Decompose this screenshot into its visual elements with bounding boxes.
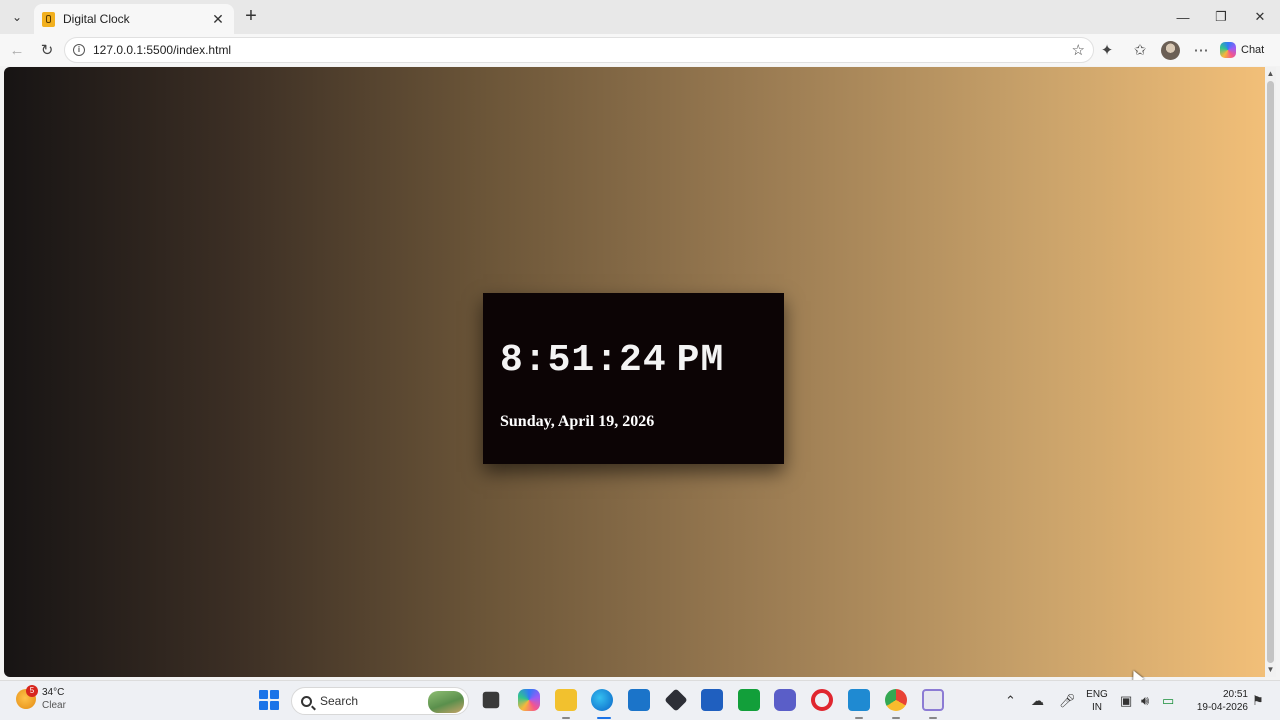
site-info-icon[interactable]: i	[73, 44, 85, 56]
opera-icon[interactable]	[811, 689, 833, 711]
network-icon[interactable]: ▣	[1120, 693, 1132, 709]
task-view-icon[interactable]	[482, 691, 500, 709]
copilot-chat-button[interactable]: Chat	[1220, 39, 1264, 61]
snipping-tool-icon[interactable]	[922, 689, 944, 711]
new-tab-button[interactable]: +	[240, 6, 262, 28]
clock-card: 8:51:24 PM Sunday, April 19, 2026	[483, 293, 784, 464]
reload-icon[interactable]: ↻	[36, 39, 58, 61]
extensions-puzzle-icon[interactable]: ✦	[1096, 39, 1118, 61]
chrome-running-indicator	[892, 717, 900, 719]
minimize-icon[interactable]: —	[1164, 0, 1202, 34]
onedrive-cloud-icon[interactable]: ☁	[1031, 693, 1044, 709]
browser-toolbar: ← ↻ i 127.0.0.1:5500/index.html ☆ ✦ ✩ ⋯	[0, 34, 1280, 66]
system-clock[interactable]: 20:51 19-04-2026	[1186, 688, 1248, 714]
clock-time-value: 8:51:24	[500, 339, 667, 382]
profile-avatar[interactable]	[1161, 41, 1180, 60]
window-close-icon[interactable]: ✕	[1241, 0, 1279, 34]
tab-favicon-icon	[42, 11, 55, 27]
back-arrow-icon[interactable]: ←	[6, 39, 28, 61]
scroll-down-arrow-icon[interactable]: ▼	[1266, 665, 1275, 674]
taskbar: 5 34°C Clear Search ⌃ ☁ 🎤︎ ENG IN ▣ 🔊︎ ▭…	[0, 680, 1280, 720]
explorer-running-indicator	[562, 717, 570, 719]
search-icon	[301, 695, 312, 707]
scroll-thumb[interactable]	[1267, 81, 1274, 663]
edge-active-indicator	[597, 717, 611, 719]
weather-sun-icon: 5	[16, 685, 38, 709]
scroll-up-arrow-icon[interactable]: ▲	[1266, 69, 1275, 78]
clock-time-display: 8:51:24 PM	[500, 339, 724, 382]
address-bar[interactable]: i 127.0.0.1:5500/index.html ☆	[64, 37, 1094, 63]
clock-date-display: Sunday, April 19, 2026	[500, 413, 655, 430]
favorites-icon[interactable]: ✩	[1129, 39, 1151, 61]
weather-widget[interactable]: 5 34°C Clear	[16, 685, 66, 712]
taskbar-search[interactable]: Search	[291, 687, 469, 715]
tab-title: Digital Clock	[63, 12, 130, 26]
remote-app-icon[interactable]	[701, 689, 723, 711]
volume-icon[interactable]: 🔊︎	[1141, 693, 1149, 709]
weather-desc: Clear	[42, 700, 66, 711]
favorite-star-icon[interactable]: ☆	[1072, 41, 1085, 59]
tray-overflow-chevron-up-icon[interactable]: ⌃	[1005, 693, 1016, 709]
notification-bell-icon[interactable]: ⚑	[1252, 693, 1264, 709]
system-date: 19-04-2026	[1196, 702, 1248, 713]
more-options-icon[interactable]: ⋯	[1190, 39, 1212, 61]
weather-temp: 34°C	[42, 687, 65, 698]
language-bottom: IN	[1092, 702, 1102, 713]
tab-close-icon[interactable]: ✕	[210, 11, 226, 28]
search-highlight-image	[428, 691, 464, 713]
tab-strip: ⌄ Digital Clock ✕ + — ❐ ✕	[0, 0, 1280, 34]
clock-ampm: PM	[676, 339, 725, 382]
edge-browser-icon[interactable]	[591, 689, 613, 711]
copilot-app-icon[interactable]	[518, 689, 540, 711]
teams-icon[interactable]	[774, 689, 796, 711]
microphone-icon[interactable]: 🎤︎	[1059, 693, 1076, 709]
url-text[interactable]: 127.0.0.1:5500/index.html	[93, 43, 231, 57]
search-placeholder: Search	[320, 694, 359, 708]
cube-app-icon[interactable]	[664, 688, 688, 712]
page-viewport: 8:51:24 PM Sunday, April 19, 2026	[4, 67, 1265, 677]
maximize-icon[interactable]: ❐	[1202, 0, 1240, 34]
microsoft-store-icon[interactable]	[628, 689, 650, 711]
language-indicator[interactable]: ENG IN	[1085, 688, 1109, 714]
copilot-icon	[1220, 42, 1236, 58]
windows-start-icon[interactable]	[258, 689, 280, 711]
tab-digital-clock[interactable]: Digital Clock ✕	[34, 4, 234, 34]
tab-list-chevron-down-icon[interactable]: ⌄	[6, 6, 28, 28]
file-explorer-icon[interactable]	[555, 689, 577, 711]
language-top: ENG	[1086, 689, 1108, 700]
vscode-running-indicator	[855, 717, 863, 719]
vscode-icon[interactable]	[848, 689, 870, 711]
vertical-scrollbar[interactable]: ▲ ▼	[1265, 67, 1276, 677]
chrome-icon[interactable]	[885, 689, 907, 711]
snipping-running-indicator	[929, 717, 937, 719]
battery-icon[interactable]: ▭	[1162, 693, 1174, 709]
xbox-icon[interactable]	[738, 689, 760, 711]
chat-label: Chat	[1241, 44, 1265, 56]
weather-badge: 5	[26, 685, 38, 697]
system-time: 20:51	[1222, 689, 1248, 700]
